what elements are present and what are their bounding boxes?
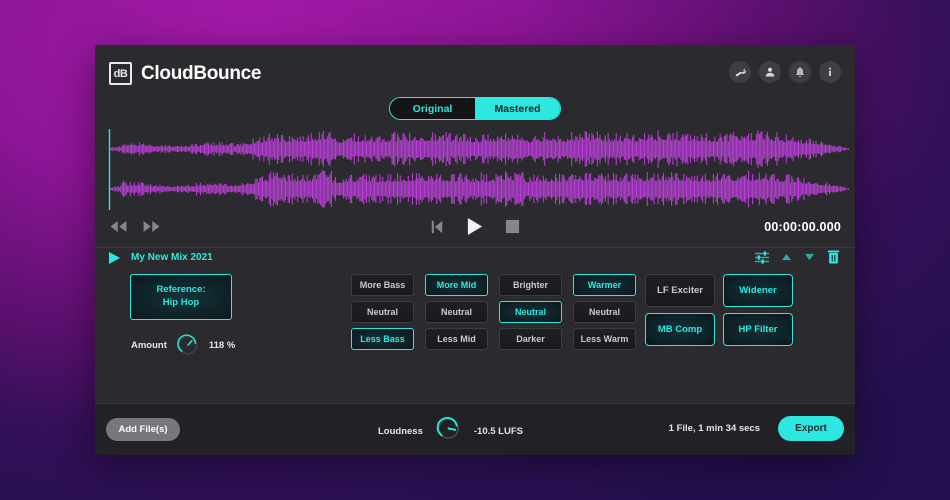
trash-icon[interactable] [827, 250, 840, 264]
processor-button-grid: LF ExciterWidenerMB CompHP Filter [645, 274, 793, 346]
eq-column-tone: Brighter Neutral Darker [499, 274, 562, 350]
sliders-icon[interactable] [755, 251, 769, 264]
skip-forward-icon[interactable] [142, 219, 161, 234]
track-row: My New Mix 2021 [95, 248, 855, 270]
eq-column-bass: More Bass Neutral Less Bass [351, 274, 414, 350]
app-footer: Add File(s) Loudness -10.5 LUFS 1 File, … [95, 403, 855, 455]
transport-bar: 00:00:00.000 [95, 213, 855, 247]
eq-column-warmth: Warmer Neutral Less Warm [573, 274, 636, 350]
processor-button-hp-filter[interactable]: HP Filter [723, 313, 793, 346]
header-icon-group [729, 61, 841, 83]
eq-button-darker-tone[interactable]: Darker [499, 328, 562, 350]
stop-icon[interactable] [505, 219, 520, 234]
eq-button-grid: More Bass Neutral Less Bass More Mid Neutral… [351, 274, 636, 350]
desktop-background: dB CloudBounce Original Ma [0, 0, 950, 500]
loudness-knob-icon[interactable] [436, 416, 461, 446]
app-title: CloudBounce [141, 63, 261, 85]
amount-value: 118 % [209, 340, 235, 351]
waveform-svg [95, 127, 855, 212]
waveform-channel-left [110, 130, 848, 168]
controls-panel: Reference: Hip Hop Amount 118 % More [95, 271, 855, 381]
transport-center-group [430, 217, 520, 236]
eq-button-brighter-tone[interactable]: Brighter [499, 274, 562, 296]
eq-button-less-mid-mid[interactable]: Less Mid [425, 328, 488, 350]
transport-left-group [109, 219, 161, 234]
track-play-icon[interactable] [108, 251, 121, 270]
toggle-original[interactable]: Original [390, 98, 475, 119]
chevron-down-icon[interactable] [804, 253, 815, 261]
timecode-display: 00:00:00.000 [764, 220, 841, 234]
eq-button-neutral-bass[interactable]: Neutral [351, 301, 414, 323]
processor-button-widener[interactable]: Widener [723, 274, 793, 307]
bell-icon[interactable] [789, 61, 811, 83]
skip-back-icon[interactable] [109, 219, 128, 234]
amount-control: Amount 118 % [131, 334, 235, 356]
loudness-value: -10.5 LUFS [474, 426, 523, 437]
eq-button-more-mid-mid[interactable]: More Mid [425, 274, 488, 296]
eq-button-less-warm-warmth[interactable]: Less Warm [573, 328, 636, 350]
eq-button-neutral-mid[interactable]: Neutral [425, 301, 488, 323]
db-logo-icon: dB [109, 62, 132, 85]
wrench-icon[interactable] [729, 61, 751, 83]
footer-right-group: 1 File, 1 min 34 secs Export [669, 416, 844, 441]
waveform-channel-right [110, 170, 848, 208]
processor-button-lf-exciter[interactable]: LF Exciter [645, 274, 715, 307]
user-icon[interactable] [759, 61, 781, 83]
waveform-display[interactable] [95, 127, 855, 212]
eq-button-neutral-warmth[interactable]: Neutral [573, 301, 636, 323]
reference-genre: Hip Hop [163, 297, 199, 310]
processor-button-mb-comp[interactable]: MB Comp [645, 313, 715, 346]
eq-button-neutral-tone[interactable]: Neutral [499, 301, 562, 323]
chevron-up-icon[interactable] [781, 253, 792, 261]
cloudbounce-app-window: dB CloudBounce Original Ma [95, 45, 855, 455]
view-toggle[interactable]: Original Mastered [389, 97, 561, 120]
rewind-icon[interactable] [430, 219, 444, 235]
amount-knob[interactable] [177, 334, 199, 356]
eq-button-less-bass-bass[interactable]: Less Bass [351, 328, 414, 350]
track-tools-group [755, 250, 840, 264]
info-icon[interactable] [819, 61, 841, 83]
add-files-button[interactable]: Add File(s) [106, 418, 180, 441]
play-icon[interactable] [466, 217, 483, 236]
track-name-label[interactable]: My New Mix 2021 [131, 252, 213, 263]
app-logo: dB CloudBounce [109, 62, 261, 85]
reference-block: Reference: Hip Hop Amount 118 % [130, 274, 235, 356]
eq-button-more-bass-bass[interactable]: More Bass [351, 274, 414, 296]
export-button[interactable]: Export [778, 416, 844, 441]
reference-selector[interactable]: Reference: Hip Hop [130, 274, 232, 320]
eq-column-mid: More Mid Neutral Less Mid [425, 274, 488, 350]
loudness-label: Loudness [378, 426, 423, 437]
file-info-label: 1 File, 1 min 34 secs [669, 423, 760, 434]
amount-label: Amount [131, 340, 167, 351]
reference-title: Reference: [156, 284, 205, 297]
toggle-mastered[interactable]: Mastered [475, 98, 560, 119]
app-header: dB CloudBounce [95, 45, 855, 103]
eq-button-warmer-warmth[interactable]: Warmer [573, 274, 636, 296]
loudness-meter: Loudness -10.5 LUFS [378, 416, 523, 446]
